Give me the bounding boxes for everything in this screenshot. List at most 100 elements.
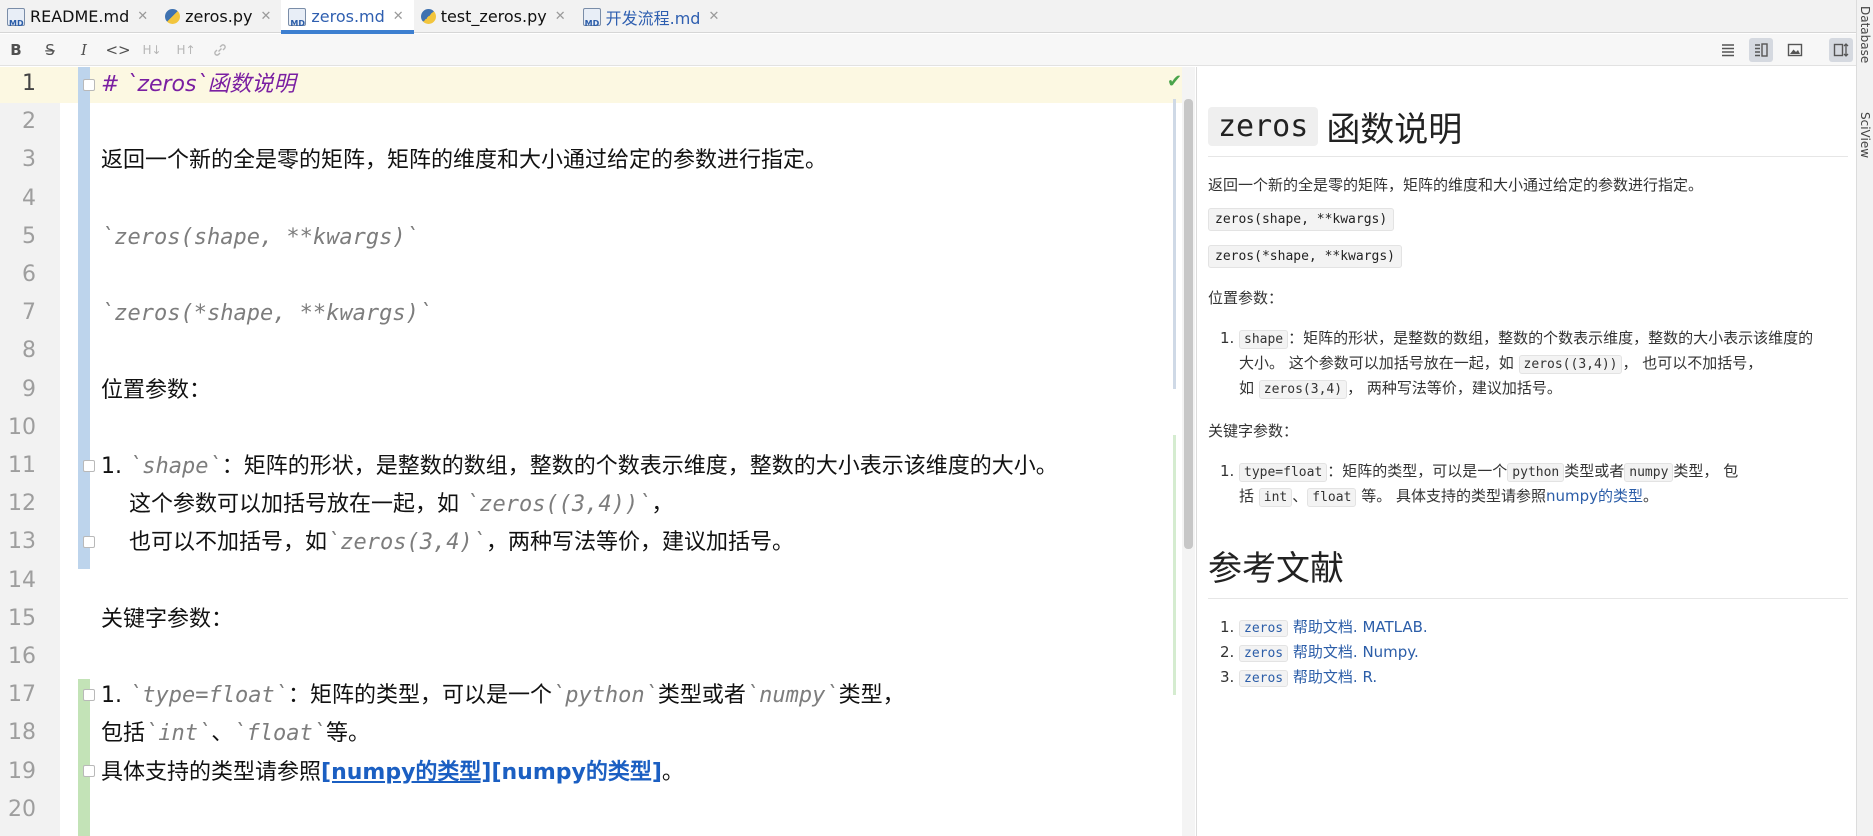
- inline-code: numpy: [1624, 463, 1674, 482]
- italic-button[interactable]: I: [72, 38, 96, 62]
- code-token: ：矩阵的类型，可以是一个: [287, 683, 552, 708]
- line-number: 14: [8, 568, 36, 593]
- code-token: 。: [661, 760, 684, 785]
- code-token: 1.: [101, 683, 129, 708]
- code-token: ，两种写法等价，建议加括号。: [485, 530, 794, 555]
- line-number: 18: [8, 720, 36, 745]
- tab-readme-md[interactable]: README.md ✕: [0, 0, 158, 33]
- code-line[interactable]: # `zeros`函数说明: [101, 67, 295, 103]
- editor-and-preview-button[interactable]: [1749, 38, 1773, 62]
- link-button[interactable]: [208, 38, 232, 62]
- no-problems-check-icon[interactable]: ✔: [1167, 71, 1182, 92]
- code-line[interactable]: 位置参数：: [101, 373, 211, 409]
- line-number: 2: [22, 109, 36, 134]
- tab-test-zeros-py[interactable]: test_zeros.py ✕: [414, 0, 576, 33]
- sciview-tool-tab[interactable]: SciView: [1858, 112, 1872, 158]
- code-token: 、: [211, 721, 234, 746]
- code-line[interactable]: 关键字参数：: [101, 602, 233, 638]
- reference-link[interactable]: 帮助文档. R.: [1288, 668, 1377, 686]
- code-token: 包括: [101, 721, 146, 746]
- tab-zeros-md[interactable]: zeros.md ✕: [281, 0, 415, 34]
- link-icon: [214, 44, 226, 56]
- list-text: 大小。 这个参数可以加括号放在一起，如: [1239, 354, 1519, 372]
- fold-marker[interactable]: [83, 689, 95, 701]
- keyword-params-title: 关键字参数：: [1208, 422, 1299, 440]
- positional-params-title: 位置参数：: [1208, 289, 1284, 307]
- reference-link[interactable]: 帮助文档. MATLAB.: [1288, 618, 1428, 636]
- inline-code: zeros: [1239, 645, 1289, 662]
- inline-code: int: [1258, 488, 1293, 507]
- code-token: ：矩阵的形状，是整数的数组，整数的个数表示维度，整数的大小表示该维度的大小。: [221, 454, 1058, 479]
- close-icon[interactable]: ✕: [555, 9, 566, 24]
- code-line[interactable]: 1. `shape`：矩阵的形状，是整数的数组，整数的个数表示维度，整数的大小表…: [101, 449, 1058, 485]
- code-line[interactable]: 也可以不加括号，如`zeros(3,4)`，两种写法等价，建议加括号。: [101, 525, 794, 561]
- scroll-marker: [1173, 435, 1176, 695]
- vcs-added-marker: [78, 679, 90, 836]
- numpy-types-link[interactable]: numpy的类型: [1546, 487, 1643, 505]
- tab-label: 开发流程.md: [605, 8, 701, 28]
- code-line[interactable]: `zeros(*shape, **kwargs)`: [101, 296, 432, 332]
- code-token: `zeros(shape, **kwargs)`: [101, 225, 419, 250]
- fold-marker[interactable]: [83, 536, 95, 548]
- bold-button[interactable]: B: [4, 38, 28, 62]
- markdown-toolbar: B S̶ I <> H↓ H↑: [0, 34, 1873, 66]
- line-number: 8: [22, 338, 36, 363]
- header-increase-button[interactable]: H↑: [174, 38, 198, 62]
- list-text: ， 也可以不加括号，: [1622, 354, 1763, 372]
- markdown-file-icon: [288, 7, 307, 28]
- line-number: 6: [22, 262, 36, 287]
- preview-only-button[interactable]: [1783, 38, 1807, 62]
- code-token: `shape`: [128, 454, 222, 479]
- close-icon[interactable]: ✕: [708, 9, 719, 24]
- vcs-change-marker: [78, 67, 90, 569]
- code-line[interactable]: 返回一个新的全是零的矩阵，矩阵的维度和大小通过给定的参数进行指定。: [101, 143, 827, 179]
- fold-marker[interactable]: [83, 79, 95, 91]
- line-number: 17: [8, 682, 36, 707]
- positional-params-list: 1. shape ：矩阵的形状，是整数的数组，整数的个数表示维度，整数的大小表示该…: [1208, 326, 1848, 401]
- header-decrease-button[interactable]: H↓: [140, 38, 164, 62]
- code-line[interactable]: 包括`int`、`float`等。: [101, 716, 370, 752]
- list-text: 。: [1643, 487, 1659, 505]
- line-number: 9: [22, 377, 36, 402]
- tab-zeros-py[interactable]: zeros.py ✕: [158, 0, 281, 33]
- close-icon[interactable]: ✕: [260, 9, 271, 24]
- editor-scrollbar[interactable]: [1182, 67, 1195, 836]
- code-button[interactable]: <>: [105, 38, 130, 62]
- database-tool-tab[interactable]: Database: [1858, 6, 1872, 63]
- scroll-sync-button[interactable]: [1829, 38, 1853, 62]
- inline-code: zeros: [1239, 670, 1289, 687]
- editor-only-button[interactable]: [1716, 38, 1740, 62]
- python-file-icon: [420, 9, 436, 24]
- code-token: `numpy`: [745, 683, 839, 708]
- code-line[interactable]: 具体支持的类型请参照[numpy的类型][numpy的类型]。: [101, 755, 684, 791]
- line-number: 20: [8, 797, 36, 822]
- strikethrough-button[interactable]: S̶: [38, 38, 62, 62]
- preview-intro: 返回一个新的全是零的矩阵，矩阵的维度和大小通过给定的参数进行指定。: [1208, 176, 1704, 194]
- code-token: 类型或者: [657, 683, 746, 708]
- code-token: 返回一个新的全是零的矩阵，矩阵的维度和大小通过给定的参数进行指定。: [101, 148, 828, 173]
- fold-marker[interactable]: [83, 460, 95, 472]
- code-token: `type=float`: [128, 683, 288, 708]
- close-icon[interactable]: ✕: [393, 9, 404, 24]
- code-token: `zeros((3,4))`: [465, 492, 652, 517]
- code-token: `zeros(*shape, **kwargs)`: [101, 301, 433, 326]
- signature-code: zeros(*shape, **kwargs): [1208, 245, 1403, 268]
- tab-dev-process-md[interactable]: 开发流程.md ✕: [576, 0, 730, 33]
- code-line[interactable]: 这个参数可以加括号放在一起，如 `zeros((3,4))`，: [101, 487, 673, 523]
- reference-link[interactable]: 帮助文档. Numpy.: [1288, 643, 1419, 661]
- scrollbar-thumb[interactable]: [1184, 99, 1193, 549]
- code-line[interactable]: 1. `type=float`：矩阵的类型，可以是一个`python`类型或者`…: [101, 678, 905, 714]
- list-text: 类型， 包: [1673, 462, 1739, 480]
- code-token: 也可以不加括号，如: [101, 530, 327, 555]
- markdown-editor[interactable]: 1 2 3 4 5 6 7 8 9 10 11 12 13 14 15 16 17 18 19 20 # `zeros…: [0, 67, 1195, 836]
- list-number: 1.: [1220, 462, 1235, 480]
- code-token: `float`: [233, 721, 326, 746]
- markdown-link[interactable]: [numpy的类型]: [321, 760, 491, 785]
- code-line[interactable]: `zeros(shape, **kwargs)`: [101, 220, 419, 256]
- close-icon[interactable]: ✕: [137, 9, 148, 24]
- line-number: 4: [22, 186, 36, 211]
- code-token: ，: [651, 492, 674, 517]
- markdown-file-icon: [582, 7, 601, 28]
- line-number: 16: [8, 644, 36, 669]
- fold-marker[interactable]: [83, 765, 95, 777]
